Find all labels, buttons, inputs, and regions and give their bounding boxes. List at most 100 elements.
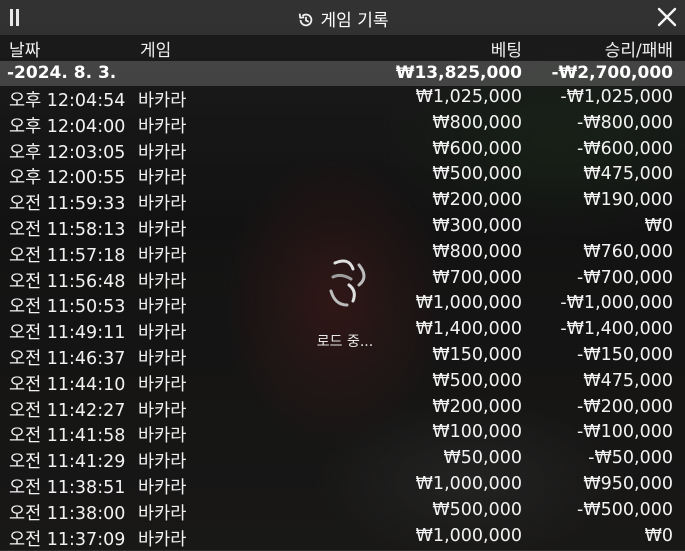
row-bet: ₩500,000 — [432, 164, 522, 185]
date-summary-row[interactable]: -2024. 8. 3. ₩13,825,000 -₩2,700,000 — [0, 61, 685, 86]
column-header-bet: 베팅 — [490, 41, 522, 61]
summary-result-total: -₩2,700,000 — [551, 63, 673, 83]
column-header-date: 날짜 — [9, 41, 41, 61]
row-game: 바카라 — [138, 219, 187, 240]
row-game: 바카라 — [138, 271, 187, 292]
row-game: 바카라 — [138, 477, 187, 498]
history-row[interactable]: 오전 11:58:13 바카라 ₩300,000 ₩0 — [0, 215, 685, 241]
row-game: 바카라 — [138, 503, 187, 524]
title-bar: 게임 기록 — [0, 0, 685, 35]
row-bet: ₩1,000,000 — [415, 473, 522, 494]
summary-date: -2024. 8. 3. — [7, 63, 117, 83]
summary-bet-total: ₩13,825,000 — [395, 63, 522, 83]
row-bet: ₩1,000,000 — [415, 525, 522, 546]
row-game: 바카라 — [138, 91, 187, 111]
loading-text: 로드 중... — [316, 334, 374, 350]
row-time: 오전 11:57:18 — [9, 245, 126, 266]
row-time: 오후 12:00:55 — [9, 168, 126, 189]
row-time: 오후 12:04:54 — [9, 91, 126, 111]
window-title: 게임 기록 — [0, 6, 685, 31]
row-bet: ₩600,000 — [432, 138, 522, 159]
history-row[interactable]: 오전 11:59:33 바카라 ₩200,000 ₩190,000 — [0, 189, 685, 215]
row-result: -₩1,025,000 — [560, 87, 673, 107]
row-result: ₩0 — [644, 525, 673, 546]
row-bet: ₩1,400,000 — [415, 319, 522, 340]
column-header-row: 날짜 게임 베팅 승리/패배 — [0, 35, 685, 61]
row-time: 오전 11:41:29 — [9, 452, 126, 473]
row-bet: ₩500,000 — [432, 370, 522, 391]
row-time: 오전 11:50:53 — [9, 297, 126, 318]
history-row[interactable]: 오전 11:37:09 바카라 ₩1,000,000 ₩0 — [0, 525, 685, 551]
row-result: -₩1,000,000 — [560, 293, 673, 314]
row-bet: ₩200,000 — [432, 396, 522, 417]
row-time: 오전 11:42:27 — [9, 400, 126, 421]
history-row[interactable]: 오전 11:44:10 바카라 ₩500,000 ₩475,000 — [0, 370, 685, 396]
row-result: ₩475,000 — [583, 370, 673, 391]
row-time: 오전 11:37:09 — [9, 529, 126, 550]
row-game: 바카라 — [138, 348, 187, 369]
row-game: 바카라 — [138, 297, 187, 318]
row-bet: ₩50,000 — [443, 448, 522, 469]
row-time: 오전 11:56:48 — [9, 271, 126, 292]
row-game: 바카라 — [138, 116, 187, 137]
row-result: ₩475,000 — [583, 164, 673, 185]
row-bet: ₩800,000 — [432, 112, 522, 133]
row-game: 바카라 — [138, 374, 187, 395]
row-bet: ₩1,000,000 — [415, 293, 522, 314]
row-result: -₩1,400,000 — [560, 319, 673, 340]
row-game: 바카라 — [138, 323, 187, 344]
row-result: -₩500,000 — [577, 499, 673, 520]
history-row[interactable]: 오전 11:41:29 바카라 ₩50,000 -₩50,000 — [0, 447, 685, 473]
row-time: 오전 11:41:58 — [9, 426, 126, 447]
row-bet: ₩500,000 — [432, 499, 522, 520]
row-game: 바카라 — [138, 245, 187, 266]
row-game: 바카라 — [138, 452, 187, 473]
row-bet: ₩100,000 — [432, 422, 522, 443]
history-row[interactable]: 오후 12:04:54 바카라 ₩1,025,000 -₩1,025,000 — [0, 86, 685, 112]
row-result: -₩150,000 — [577, 344, 673, 365]
row-bet: ₩800,000 — [432, 241, 522, 262]
column-header-result: 승리/패배 — [604, 41, 673, 61]
history-row[interactable]: 오전 11:38:51 바카라 ₩1,000,000 ₩950,000 — [0, 473, 685, 499]
row-bet: ₩150,000 — [432, 344, 522, 365]
history-row[interactable]: 오전 11:42:27 바카라 ₩200,000 -₩200,000 — [0, 396, 685, 422]
history-row[interactable]: 오후 12:03:05 바카라 ₩600,000 -₩600,000 — [0, 138, 685, 164]
row-result: -₩600,000 — [577, 138, 673, 159]
row-bet: ₩700,000 — [432, 267, 522, 288]
history-row[interactable]: 오전 11:41:58 바카라 ₩100,000 -₩100,000 — [0, 421, 685, 447]
column-header-game: 게임 — [140, 41, 172, 61]
row-time: 오전 11:38:51 — [9, 477, 126, 498]
row-time: 오전 11:38:00 — [9, 503, 126, 524]
row-time: 오후 12:03:05 — [9, 142, 126, 163]
history-row[interactable]: 오전 11:38:00 바카라 ₩500,000 -₩500,000 — [0, 499, 685, 525]
row-result: -₩200,000 — [577, 396, 673, 417]
history-row[interactable]: 오후 12:04:00 바카라 ₩800,000 -₩800,000 — [0, 112, 685, 138]
title-text: 게임 기록 — [320, 11, 389, 31]
loading-spinner-icon — [329, 259, 366, 307]
row-game: 바카라 — [138, 194, 187, 215]
row-game: 바카라 — [138, 142, 187, 163]
row-time: 오전 11:49:11 — [9, 323, 126, 344]
row-game: 바카라 — [138, 529, 187, 550]
row-result: ₩0 — [644, 215, 673, 236]
history-icon — [298, 13, 312, 27]
row-result: -₩50,000 — [588, 448, 673, 469]
row-game: 바카라 — [138, 426, 187, 447]
close-icon[interactable] — [657, 7, 677, 27]
row-result: -₩100,000 — [577, 422, 673, 443]
row-game: 바카라 — [138, 400, 187, 421]
row-result: -₩700,000 — [577, 267, 673, 288]
row-time: 오전 11:58:13 — [9, 219, 126, 240]
history-list[interactable]: 오후 12:04:54 바카라 ₩1,025,000 -₩1,025,000 오후 12… — [0, 86, 685, 550]
history-row[interactable]: 오후 12:00:55 바카라 ₩500,000 ₩475,000 — [0, 163, 685, 189]
row-result: -₩800,000 — [577, 112, 673, 133]
row-bet: ₩200,000 — [432, 190, 522, 211]
row-result: ₩190,000 — [583, 190, 673, 211]
row-game: 바카라 — [138, 168, 187, 189]
row-time: 오전 11:46:37 — [9, 348, 126, 369]
row-bet: ₩300,000 — [432, 215, 522, 236]
row-result: ₩760,000 — [583, 241, 673, 262]
row-time: 오전 11:59:33 — [9, 194, 126, 215]
row-bet: ₩1,025,000 — [415, 87, 522, 107]
row-result: ₩950,000 — [583, 473, 673, 494]
